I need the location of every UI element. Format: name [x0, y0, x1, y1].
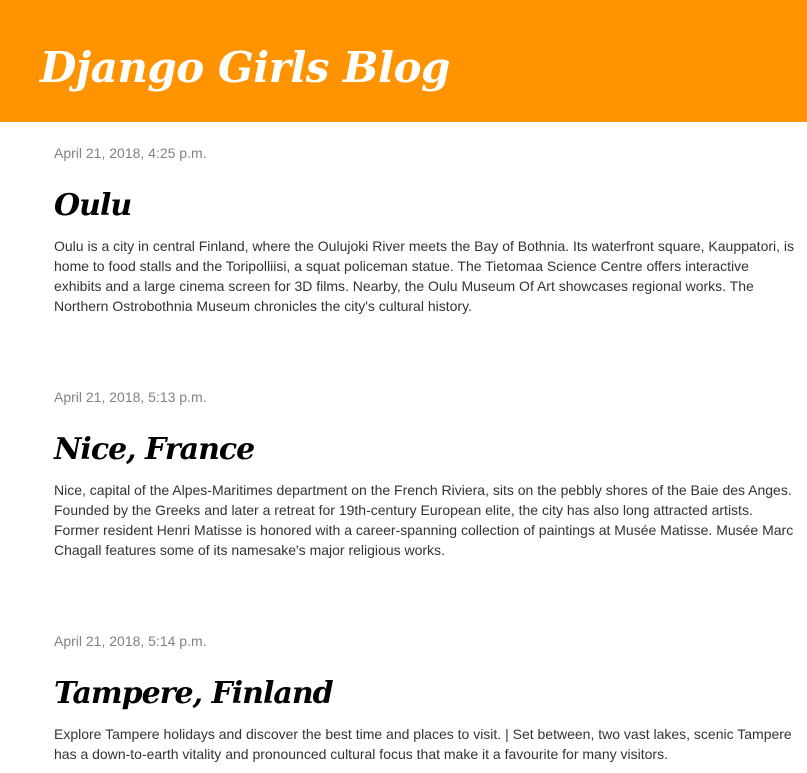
- page-header: Django Girls Blog: [0, 0, 807, 122]
- post-date: April 21, 2018, 5:14 p.m.: [54, 633, 207, 649]
- post-title: Tampere, Finland: [54, 674, 799, 714]
- blog-title: Django Girls Blog: [40, 40, 807, 96]
- post-title-link[interactable]: Nice, France: [54, 432, 255, 467]
- post-body: Nice, capital of the Alpes-Maritimes dep…: [54, 482, 794, 558]
- post-title-link[interactable]: Oulu: [54, 188, 132, 223]
- post-title: Oulu: [54, 186, 799, 226]
- blog-title-link[interactable]: Django Girls Blog: [40, 43, 450, 92]
- post-title: Nice, France: [54, 430, 799, 470]
- post-date: April 21, 2018, 4:25 p.m.: [54, 145, 207, 161]
- post-date: April 21, 2018, 5:13 p.m.: [54, 389, 207, 405]
- post: April 21, 2018, 5:14 p.m. Tampere, Finla…: [54, 560, 799, 764]
- post-body: Oulu is a city in central Finland, where…: [54, 238, 795, 314]
- post: April 21, 2018, 5:13 p.m. Nice, France N…: [54, 316, 799, 560]
- post: April 21, 2018, 4:25 p.m. Oulu Oulu is a…: [54, 122, 799, 316]
- post-list: April 21, 2018, 4:25 p.m. Oulu Oulu is a…: [0, 122, 799, 764]
- post-body: Explore Tampere holidays and discover th…: [54, 726, 792, 762]
- post-title-link[interactable]: Tampere, Finland: [54, 676, 334, 711]
